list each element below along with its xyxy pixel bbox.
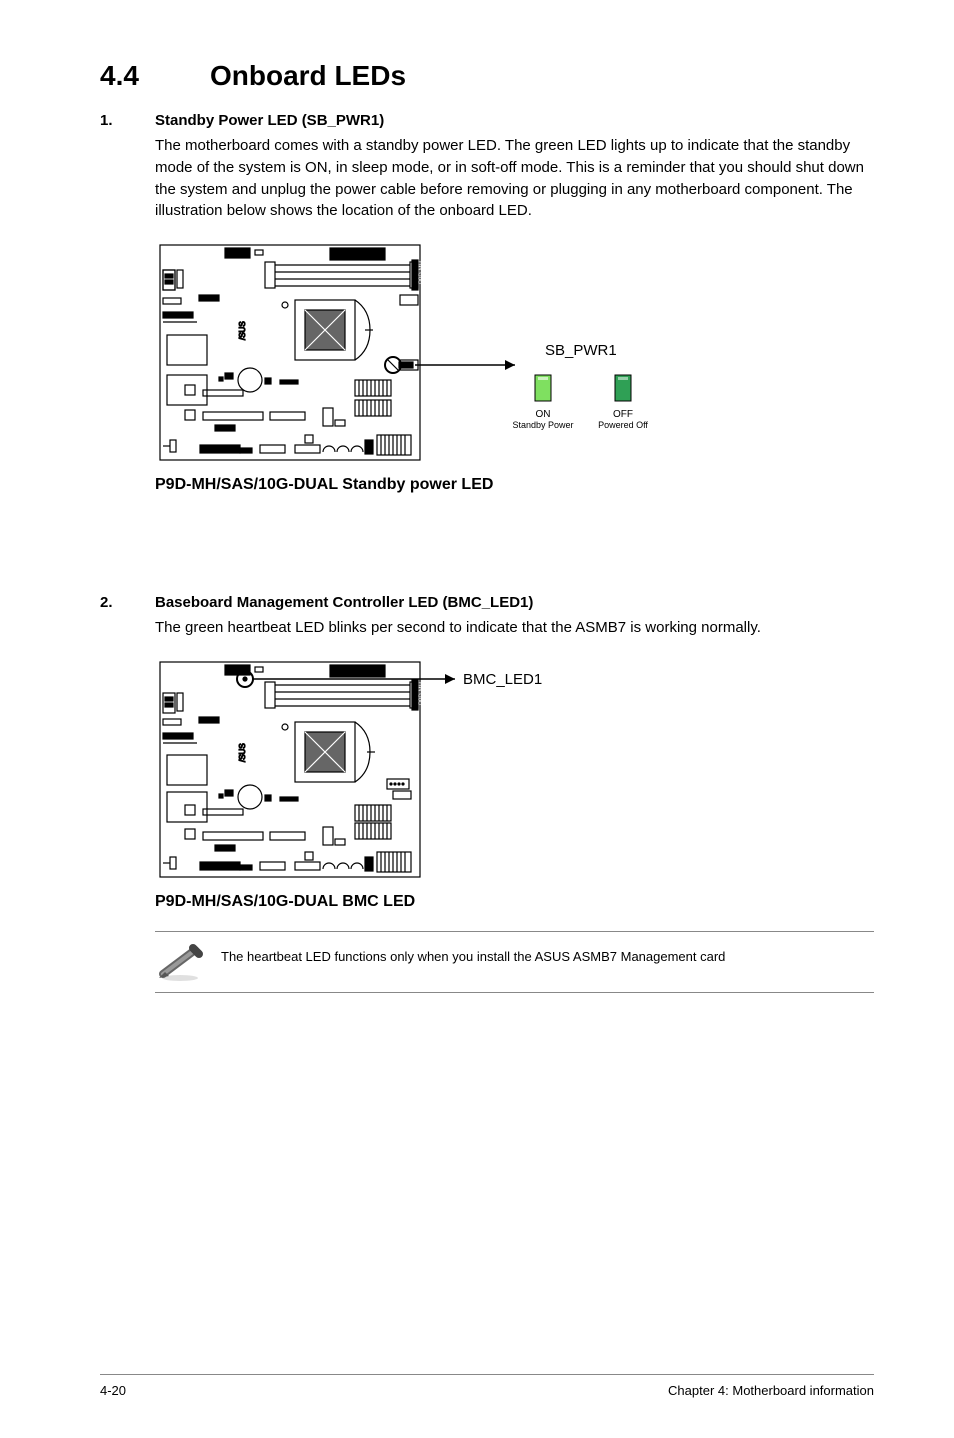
standby-led-diagram: /SUS — [155, 240, 655, 470]
item-2-body: The green heartbeat LED blinks per secon… — [155, 617, 874, 639]
led-on-label: ON — [536, 409, 551, 420]
svg-text:/SUS: /SUS — [238, 743, 247, 762]
item-2-diagram-caption: P9D-MH/SAS/10G-DUAL BMC LED — [155, 893, 874, 911]
page-footer: 4-20 Chapter 4: Motherboard information — [100, 1374, 874, 1398]
note-icon — [155, 942, 205, 982]
led-on-sublabel: Standby Power — [512, 420, 573, 430]
board-label-1: P9D-MH — [419, 261, 425, 284]
item-1-diagram: /SUS — [155, 240, 874, 494]
note-block: The heartbeat LED functions only when yo… — [155, 931, 874, 993]
bmc-led-diagram: /SUS — [155, 657, 595, 887]
item-1-body: The motherboard comes with a standby pow… — [155, 135, 874, 222]
chapter-label: Chapter 4: Motherboard information — [668, 1383, 874, 1398]
page-number: 4-20 — [100, 1383, 126, 1398]
item-2-diagram: /SUS — [155, 657, 874, 911]
bmc-led1-label: BMC_LED1 — [463, 671, 542, 688]
board-label-2: P9D-MH — [419, 682, 425, 705]
item-2-number: 2. — [100, 594, 155, 611]
led-off-label: OFF — [613, 409, 633, 420]
item-1-number: 1. — [100, 112, 155, 129]
item-2-heading-row: 2. Baseboard Management Controller LED (… — [100, 594, 874, 611]
item-1-heading-row: 1. Standby Power LED (SB_PWR1) — [100, 112, 874, 129]
item-2-heading: Baseboard Management Controller LED (BMC… — [155, 594, 533, 611]
section-title: 4.4Onboard LEDs — [100, 60, 874, 92]
led-off-sublabel: Powered Off — [598, 420, 648, 430]
section-number: 4.4 — [100, 60, 210, 92]
item-1-diagram-caption: P9D-MH/SAS/10G-DUAL Standby power LED — [155, 476, 874, 494]
item-1-heading: Standby Power LED (SB_PWR1) — [155, 112, 384, 129]
sb-pwr1-label: SB_PWR1 — [545, 342, 617, 359]
section-name: Onboard LEDs — [210, 60, 406, 91]
note-text: The heartbeat LED functions only when yo… — [221, 942, 725, 966]
svg-text:/SUS: /SUS — [238, 321, 247, 340]
